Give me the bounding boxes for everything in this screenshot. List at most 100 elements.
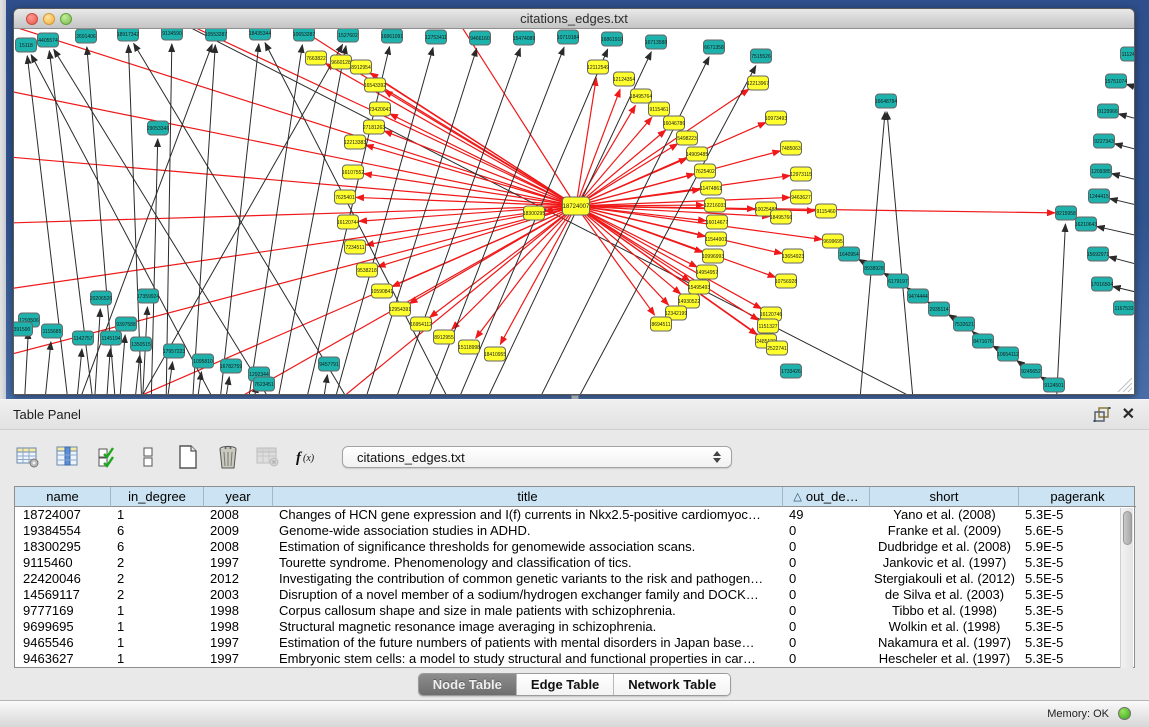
table-options-icon[interactable]: [14, 443, 42, 471]
column-header-short[interactable]: short: [870, 487, 1019, 507]
graph-node[interactable]: 7485063: [781, 141, 802, 155]
graph-node[interactable]: 1167533: [1114, 301, 1135, 315]
graph-node[interactable]: 10973493: [765, 111, 787, 125]
graph-node[interactable]: 2691406: [76, 29, 97, 43]
graph-node[interactable]: 12954391: [389, 302, 411, 316]
graph-node[interactable]: 1142757: [73, 331, 94, 345]
table-row[interactable]: 2242004622012Investigating the contribut…: [15, 571, 1134, 587]
graph-node[interactable]: 8938928: [864, 261, 885, 275]
graph-node[interactable]: 8694511: [651, 317, 672, 331]
graph-node[interactable]: 1209385: [1091, 164, 1112, 178]
table-row[interactable]: 1456911722003Disruption of a novel membe…: [15, 587, 1134, 603]
table-selector-dropdown[interactable]: citations_edges.txt: [342, 446, 732, 468]
graph-node[interactable]: 18410955: [484, 347, 506, 361]
citation-network-graph[interactable]: 7663822966012889129541654339223420043271…: [14, 29, 1135, 395]
canvas-resize-grip[interactable]: [1114, 378, 1132, 392]
graph-node[interactable]: 9115460: [816, 204, 837, 218]
graph-node[interactable]: 18435344: [249, 29, 271, 40]
tab-network-table[interactable]: Network Table: [614, 674, 730, 695]
graph-node[interactable]: 9457791: [319, 357, 340, 371]
graph-node[interactable]: 10654112: [997, 347, 1019, 361]
graph-node[interactable]: 11474861: [700, 181, 722, 195]
delete-table-icon[interactable]: [214, 443, 242, 471]
graph-node[interactable]: 16120744: [337, 215, 359, 229]
graph-node[interactable]: 16210643: [1075, 217, 1097, 231]
table-row[interactable]: 1830029562008Estimation of significance …: [15, 539, 1134, 555]
graph-node[interactable]: 29053346: [147, 121, 169, 135]
graph-node[interactable]: 9474444: [908, 289, 929, 303]
graph-node[interactable]: 9699695: [823, 234, 844, 248]
column-header-pagerank[interactable]: pagerank: [1019, 487, 1136, 507]
graph-node[interactable]: 16543392: [364, 78, 386, 92]
graph-node[interactable]: 16861091: [381, 29, 403, 43]
graph-node[interactable]: 7625401: [335, 190, 356, 204]
graph-node[interactable]: 1733426: [781, 364, 802, 378]
graph-node[interactable]: 10996993: [702, 249, 724, 263]
network-window[interactable]: citations_edges.txt 76638229660128891295…: [13, 8, 1135, 395]
graph-node[interactable]: 10719184: [557, 30, 579, 44]
graph-node[interactable]: 7234511: [345, 240, 366, 254]
table-row[interactable]: 911546021997Tourette syndrome. Phenomeno…: [15, 555, 1134, 571]
graph-node[interactable]: 27181263: [363, 120, 385, 134]
graph-node[interactable]: 16046786: [663, 116, 685, 130]
graph-node[interactable]: 16014677: [706, 215, 728, 229]
column-header-title[interactable]: title: [273, 487, 783, 507]
clear-selection-icon[interactable]: [134, 443, 162, 471]
new-table-icon[interactable]: [174, 443, 202, 471]
graph-node[interactable]: 10590841: [371, 284, 393, 298]
graph-node[interactable]: 15751074: [1105, 74, 1127, 88]
graph-node[interactable]: 12216033: [704, 198, 726, 212]
graph-node[interactable]: 9227343: [1094, 134, 1115, 148]
graph-node[interactable]: 20206526: [90, 291, 112, 305]
column-header-out_de[interactable]: △out_de…: [783, 487, 870, 507]
graph-node[interactable]: 15474089: [513, 31, 535, 45]
vertical-scrollbar[interactable]: [1120, 508, 1133, 668]
graph-node[interactable]: 1640954: [839, 247, 860, 261]
graph-node[interactable]: 12753411: [425, 30, 447, 44]
graph-node[interactable]: 14954957: [696, 265, 718, 279]
column-header-name[interactable]: name: [15, 487, 111, 507]
graph-node[interactable]: 16107552: [342, 165, 364, 179]
graph-node[interactable]: 11544901: [705, 232, 727, 246]
table-body[interactable]: 1872400712008Changes of HCN gene express…: [15, 507, 1134, 667]
graph-node[interactable]: 16713588: [645, 35, 667, 49]
float-panel-icon[interactable]: [1093, 407, 1111, 423]
graph-node[interactable]: 9660128: [331, 55, 352, 69]
table-header-row[interactable]: namein_degreeyeartitle△out_de…shortpager…: [15, 487, 1134, 507]
scrollbar-thumb[interactable]: [1123, 511, 1132, 545]
table-row[interactable]: 1872400712008Changes of HCN gene express…: [15, 507, 1134, 523]
graph-node[interactable]: 8215958: [1056, 206, 1077, 220]
graph-node[interactable]: 17359924: [137, 289, 159, 303]
network-window-titlebar[interactable]: citations_edges.txt: [14, 9, 1134, 29]
graph-node[interactable]: 12213383: [344, 135, 366, 149]
graph-node[interactable]: 12112549: [587, 60, 609, 74]
graph-node[interactable]: 10553287: [205, 29, 227, 41]
graph-node[interactable]: 7532621: [954, 317, 975, 331]
graph-node[interactable]: 9115461: [649, 102, 670, 116]
graph-node[interactable]: 15495493: [688, 280, 710, 294]
graph-node[interactable]: 17957223: [163, 344, 185, 358]
graph-node[interactable]: 6671358: [704, 40, 725, 54]
graph-node[interactable]: 18495764: [630, 89, 652, 103]
graph-node[interactable]: 7623451: [254, 377, 275, 391]
graph-node[interactable]: 12973115: [790, 167, 812, 181]
graph-node[interactable]: 12213967: [747, 76, 769, 90]
graph-node[interactable]: 9245652: [1021, 364, 1042, 378]
graph-node[interactable]: 16648784: [875, 94, 897, 108]
graph-node[interactable]: 9129966: [1098, 104, 1119, 118]
graph-node[interactable]: 1350515: [131, 337, 152, 351]
table-row[interactable]: 946362711997Embryonic stem cells: a mode…: [15, 651, 1134, 667]
graph-node[interactable]: 10653287: [293, 29, 315, 41]
row-selection-icon[interactable]: [94, 443, 122, 471]
graph-node[interactable]: 5498223: [677, 131, 698, 145]
graph-node[interactable]: 9397588: [116, 317, 137, 331]
table-row[interactable]: 1938455462009Genome-wide association stu…: [15, 523, 1134, 539]
graph-node[interactable]: 2935114: [929, 302, 950, 316]
graph-node[interactable]: 9466160: [470, 31, 491, 45]
graph-node[interactable]: 1145194: [101, 331, 122, 345]
table-row[interactable]: 946554611997Estimation of the future num…: [15, 635, 1134, 651]
graph-node[interactable]: 9538218: [357, 263, 378, 277]
graph-node[interactable]: 1151327: [758, 319, 779, 333]
graph-node[interactable]: 18724007: [563, 197, 591, 215]
graph-node[interactable]: 1244415: [1089, 189, 1110, 203]
